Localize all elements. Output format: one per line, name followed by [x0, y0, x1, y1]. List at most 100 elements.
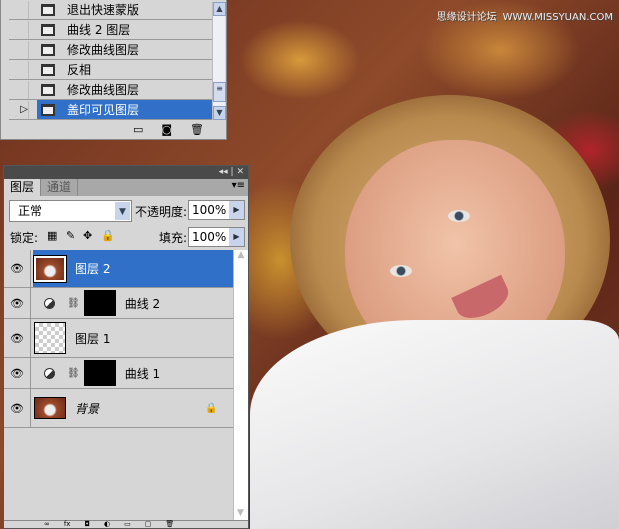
history-item-label: 退出快速蒙版	[67, 3, 140, 17]
add-mask-icon[interactable]: ◘	[84, 521, 90, 528]
history-state-icon	[41, 83, 55, 96]
delete-layer-icon[interactable]: 🗑	[165, 521, 174, 528]
link-layers-icon[interactable]: ∞	[44, 521, 50, 528]
layer-row[interactable]: 👁 ⛓ 曲线 2	[4, 288, 233, 319]
snapshot-source-box[interactable]	[9, 0, 29, 19]
link-chain-icon[interactable]: ⛓	[67, 368, 80, 379]
collapse-icon[interactable]: ◂◂	[219, 167, 228, 177]
lock-label: 锁定:	[10, 231, 39, 245]
layer-thumbnail	[33, 254, 67, 283]
history-item[interactable]: 修改曲线图层	[9, 40, 212, 60]
layer-name: 曲线 1	[124, 366, 161, 381]
panel-menu-icon[interactable]: ▾≡	[232, 180, 245, 191]
history-state-icon	[41, 43, 55, 56]
scroll-down-icon[interactable]: ▼	[213, 106, 226, 120]
photo-eye	[448, 210, 470, 222]
visibility-eye-icon[interactable]: 👁	[4, 288, 31, 318]
opacity-input[interactable]: 100% ▶	[188, 200, 245, 220]
history-item-label: 曲线 2 图层	[67, 23, 131, 37]
curves-adjustment-icon	[44, 297, 55, 309]
blend-mode-value: 正常	[18, 204, 43, 218]
history-item-label: 盖印可见图层	[67, 103, 140, 117]
lock-transparent-icon[interactable]: ▦	[47, 229, 57, 242]
scroll-up-icon[interactable]: ▲	[213, 2, 226, 16]
visibility-eye-icon[interactable]: 👁	[4, 319, 31, 357]
layer-mask-thumbnail	[83, 290, 116, 316]
layer-thumbnail	[34, 322, 66, 354]
snapshot-source-box[interactable]	[9, 40, 29, 59]
layer-name: 背景	[75, 401, 100, 416]
photo-eye	[390, 265, 412, 277]
delete-trash-icon[interactable]: 🗑	[190, 123, 204, 136]
blend-mode-select[interactable]: 正常 ▼	[9, 200, 132, 222]
chevron-down-icon[interactable]: ▼	[115, 202, 130, 220]
scroll-thumb[interactable]: ≡	[213, 82, 226, 102]
scroll-up-icon[interactable]: ▲	[234, 250, 248, 260]
fill-value: 100%	[192, 230, 227, 244]
history-panel: 退出快速蒙版 曲线 2 图层 修改曲线图层 反相 修改曲线图层 ▷ 盖印可见图层 …	[0, 0, 227, 140]
layer-mask-thumbnail	[83, 360, 116, 386]
tab-layers[interactable]: 图层	[4, 179, 42, 196]
history-item[interactable]: 修改曲线图层	[9, 80, 212, 100]
layers-toolbar: ∞ fx ◘ ◐ ▭ ▢ 🗑	[4, 520, 248, 528]
layer-row[interactable]: 👁 图层 1	[4, 319, 233, 358]
new-group-icon[interactable]: ▭	[124, 521, 131, 528]
layer-row[interactable]: 👁 背景 🔒	[4, 389, 233, 428]
history-state-pointer-icon: ▷	[9, 100, 29, 119]
lock-all-icon[interactable]: 🔒	[101, 229, 115, 242]
curves-adjustment-icon	[44, 367, 55, 379]
layers-panel: ◂◂ | ✕ 图层 通道 ▾≡ 正常 ▼ 不透明度: 100% ▶ 锁定: ▦ ✎ …	[3, 165, 249, 529]
layer-name: 图层 2	[75, 262, 111, 276]
close-icon[interactable]: ✕	[236, 167, 244, 177]
layer-row-selected[interactable]: 👁 图层 2	[4, 250, 233, 288]
snapshot-source-box[interactable]	[9, 80, 29, 99]
opacity-value: 100%	[192, 203, 227, 217]
history-scrollbar[interactable]: ▲ ≡ ▼	[212, 2, 226, 120]
new-layer-icon[interactable]: ▢	[145, 521, 152, 528]
panel-titlebar: ◂◂ | ✕	[4, 166, 248, 179]
fill-label: 填充:	[159, 231, 188, 245]
opacity-label: 不透明度:	[135, 205, 188, 219]
layers-scrollbar[interactable]: ▲ ▼	[233, 250, 248, 520]
history-item-label: 反相	[67, 63, 92, 77]
visibility-eye-icon[interactable]: 👁	[4, 250, 31, 287]
visibility-eye-icon[interactable]: 👁	[4, 358, 31, 388]
tab-channels[interactable]: 通道	[41, 179, 79, 196]
history-state-icon	[41, 3, 55, 16]
history-toolbar: ▭ ◙ 🗑	[1, 120, 226, 139]
layer-lock-icon: 🔒	[205, 402, 218, 414]
scroll-down-icon[interactable]: ▼	[237, 508, 244, 518]
layer-style-fx-icon[interactable]: fx	[64, 521, 71, 528]
history-state-icon	[41, 103, 55, 116]
opacity-slider-arrow-icon[interactable]: ▶	[229, 201, 244, 219]
layer-name: 曲线 2	[124, 296, 161, 311]
link-chain-icon[interactable]: ⛓	[67, 298, 80, 309]
history-item-label: 修改曲线图层	[67, 43, 140, 57]
layers-list: 👁 图层 2 👁 ⛓ 曲线 2 👁 图层 1 👁 ⛓ 曲线 1 👁 背景 🔒	[4, 250, 233, 520]
history-item-label: 修改曲线图层	[67, 83, 140, 97]
adjustment-layer-icon[interactable]: ◐	[104, 521, 110, 528]
history-state-icon	[41, 63, 55, 76]
panel-tabs: 图层 通道 ▾≡	[4, 179, 248, 196]
watermark-cn: 思缘设计论坛	[436, 12, 497, 23]
snapshot-source-box[interactable]	[9, 20, 29, 39]
photo-shirt	[250, 320, 619, 529]
fill-slider-arrow-icon[interactable]: ▶	[229, 228, 244, 246]
fill-input[interactable]: 100% ▶	[188, 227, 245, 247]
history-item[interactable]: 曲线 2 图层	[9, 20, 212, 40]
snapshot-source-box[interactable]	[9, 60, 29, 79]
layer-thumbnail	[34, 397, 66, 419]
history-item[interactable]: 退出快速蒙版	[9, 0, 212, 20]
new-document-from-state-icon[interactable]: ▭	[133, 123, 143, 136]
lock-position-move-icon[interactable]: ✥	[83, 229, 92, 242]
lock-paint-brush-icon[interactable]: ✎	[66, 229, 75, 242]
layer-name: 图层 1	[75, 331, 111, 346]
history-state-icon	[41, 23, 55, 36]
history-item[interactable]: 反相	[9, 60, 212, 80]
visibility-eye-icon[interactable]: 👁	[4, 389, 31, 427]
new-snapshot-camera-icon[interactable]: ◙	[161, 123, 172, 136]
history-item-selected[interactable]: ▷ 盖印可见图层	[9, 100, 212, 120]
watermark-url: WWW.MISSYUAN.COM	[502, 12, 613, 23]
watermark: 思缘设计论坛 WWW.MISSYUAN.COM	[437, 8, 613, 23]
layer-row[interactable]: 👁 ⛓ 曲线 1	[4, 358, 233, 389]
